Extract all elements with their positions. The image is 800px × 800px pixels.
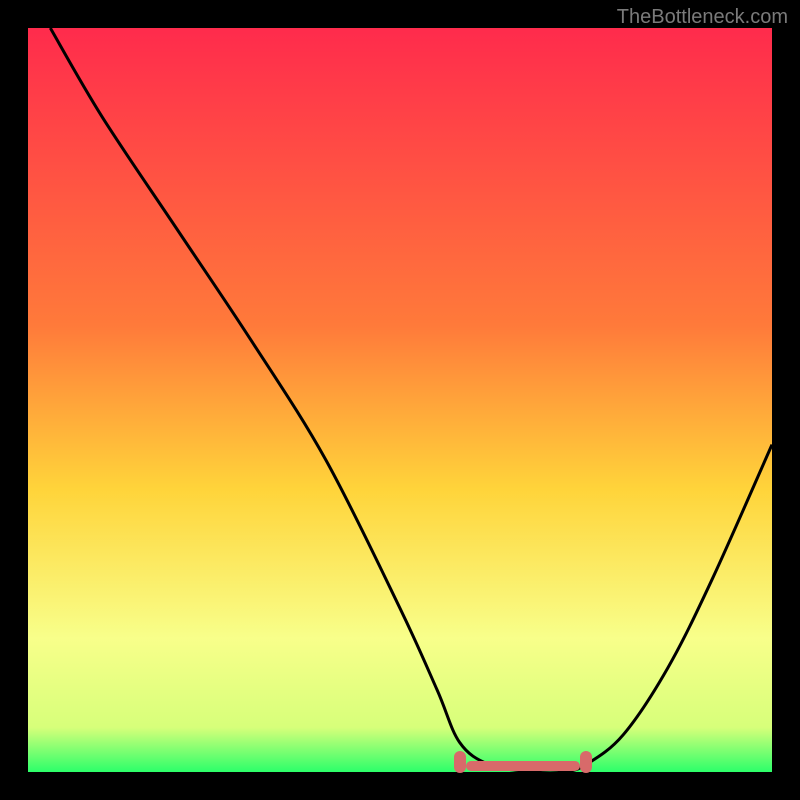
optimal-zone-marker-right (580, 751, 592, 773)
watermark-text: TheBottleneck.com (617, 6, 788, 29)
optimal-zone-marker-mid (466, 761, 580, 771)
optimal-zone-marker-left (454, 751, 466, 773)
chart-frame (28, 28, 772, 772)
bottleneck-curve (28, 28, 772, 772)
